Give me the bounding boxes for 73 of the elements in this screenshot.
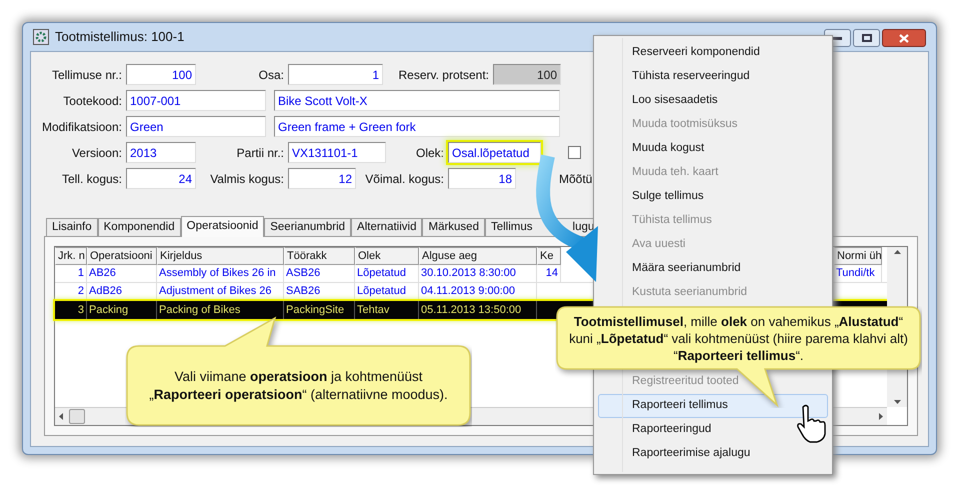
input-field[interactable]: Green frame + Green fork: [274, 116, 560, 137]
column-header[interactable]: Kirjeldus: [157, 247, 284, 265]
table-cell: Lõpetatud: [355, 265, 419, 282]
menu-item[interactable]: Raporteeri tellimus: [598, 394, 828, 418]
scroll-up-icon[interactable]: [894, 250, 900, 254]
input-field[interactable]: 18: [448, 168, 516, 189]
field-label: Tell. kogus:: [62, 170, 122, 188]
table-cell: PackingSite: [284, 301, 355, 319]
menu-item[interactable]: Sulge tellimus: [598, 185, 828, 209]
column-header[interactable]: Normi üh: [834, 247, 882, 265]
table-cell: Tundi/tk: [834, 265, 882, 282]
input-field[interactable]: VX131101-1: [288, 142, 386, 163]
input-field[interactable]: Bike Scott Volt-X: [274, 90, 560, 111]
field-label: Modifikatsioon:: [42, 118, 122, 136]
input-field[interactable]: 1007-001: [126, 90, 266, 111]
menu-item[interactable]: Tühista reserveeringud: [598, 65, 828, 89]
scroll-thumb[interactable]: [69, 409, 85, 424]
column-header[interactable]: Ke: [537, 247, 561, 265]
field-label: Võimal. kogus:: [365, 170, 444, 188]
table-cell: 05.11.2013 13:50:00: [419, 301, 537, 319]
table-cell: Tehtav: [355, 301, 419, 319]
scroll-left-icon[interactable]: [59, 413, 63, 420]
field-label: Tellimuse nr.:: [52, 66, 122, 84]
column-header[interactable]: Töörakk: [284, 247, 355, 265]
column-header[interactable]: Operatsiooni: [87, 247, 157, 265]
callout-text: Vali viimane operatsioon ja kohtmenüüst „Raporteeri operatsioon“ (alternatiivne moodus).: [148, 368, 449, 404]
window-title: Tootmistellimus: 100-1: [55, 28, 184, 46]
tab[interactable]: Alternatiivid: [351, 218, 422, 236]
field-label: Reserv. protsent:: [398, 66, 489, 84]
tab[interactable]: Märkused: [422, 218, 485, 236]
column-header[interactable]: Jrk. n: [55, 247, 87, 265]
input-field[interactable]: Green: [126, 116, 266, 137]
table-cell: 3: [55, 301, 87, 319]
close-icon: [899, 34, 909, 42]
checkbox[interactable]: [568, 146, 581, 159]
menu-item[interactable]: Loo sisesaadetis: [598, 89, 828, 113]
table-cell: ASB26: [284, 265, 355, 282]
column-header[interactable]: Olek: [355, 247, 419, 265]
scroll-down-icon[interactable]: [894, 400, 900, 404]
menu-item[interactable]: Raporteeringud: [598, 418, 828, 442]
maximize-icon: [862, 34, 872, 42]
input-field[interactable]: 100: [126, 64, 196, 85]
field-label: Partii nr.:: [236, 144, 284, 162]
tab[interactable]: Operatsioonid: [180, 216, 264, 237]
close-button[interactable]: [882, 29, 926, 47]
input-field[interactable]: Osal.lõpetatud: [448, 142, 541, 163]
table-cell: Assembly of Bikes 26 in: [157, 265, 284, 282]
table-cell: Packing: [87, 301, 157, 319]
input-field[interactable]: 24: [126, 168, 196, 189]
field-label: Mõõtü: [559, 170, 592, 188]
hand-cursor-icon: [797, 404, 826, 443]
field-label: Versioon:: [72, 144, 122, 162]
tab[interactable]: Lisainfo: [46, 218, 98, 236]
table-cell: AB26: [87, 265, 157, 282]
field-label: Tootekood:: [63, 92, 122, 110]
field-label: Valmis kogus:: [210, 170, 284, 188]
column-header[interactable]: Alguse aeg: [419, 247, 537, 265]
menu-item[interactable]: Raporteerimise ajalugu: [598, 442, 828, 466]
input-field[interactable]: 2013: [126, 142, 196, 163]
field-label: Olek:: [416, 144, 444, 162]
tab[interactable]: Komponendid: [98, 218, 181, 236]
menu-item[interactable]: Muuda kogust: [598, 137, 828, 161]
minimize-icon: [833, 36, 842, 40]
table-cell: 14: [537, 265, 561, 282]
field-label: Osa:: [258, 66, 284, 84]
table-cell: 1: [55, 265, 87, 282]
maximize-button[interactable]: [853, 29, 880, 47]
table-cell: 30.10.2013 8:30:00: [419, 265, 537, 282]
tab[interactable]: Seerianumbrid: [264, 218, 352, 236]
input-field[interactable]: 1: [288, 64, 383, 85]
scroll-right-icon[interactable]: [879, 413, 883, 420]
input-field[interactable]: 12: [288, 168, 356, 189]
menu-item[interactable]: Reserveeri komponendid: [598, 41, 828, 65]
